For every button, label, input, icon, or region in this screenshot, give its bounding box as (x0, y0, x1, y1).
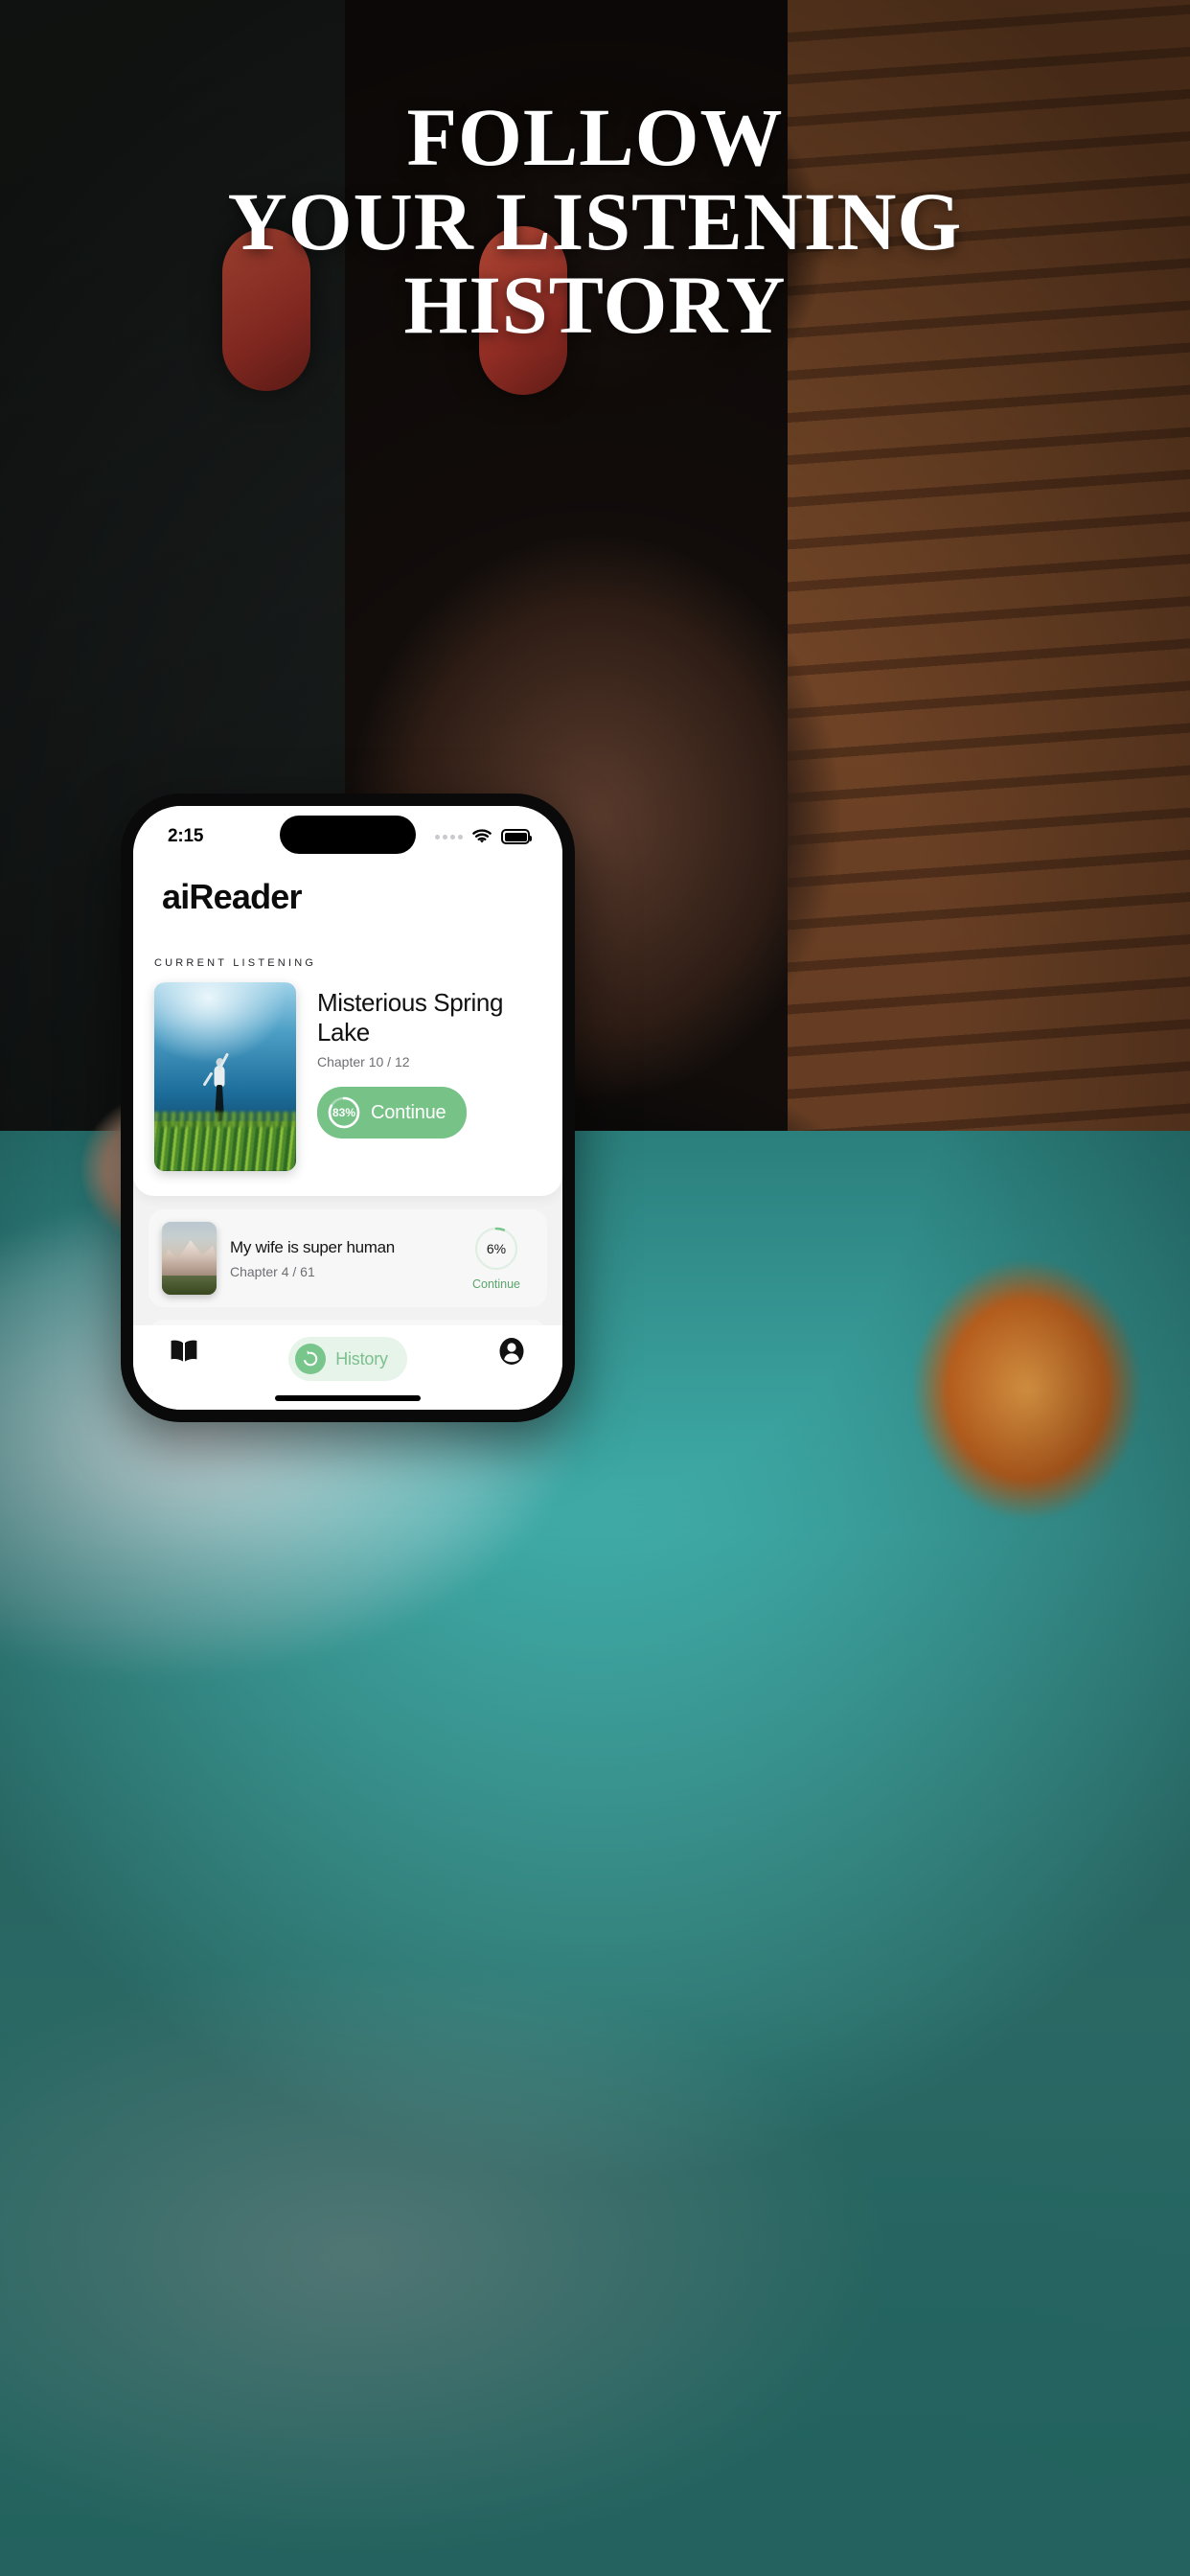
progress-ring-icon: 6% (473, 1226, 519, 1272)
status-bar-indicators (435, 828, 532, 845)
current-listening-row: Misterious Spring Lake Chapter 10 / 12 8… (154, 982, 541, 1171)
progress-ring-icon: 83% (327, 1095, 361, 1130)
list-item-progress[interactable]: 6% Continue (459, 1226, 534, 1291)
underwater-diver-cover-icon (154, 982, 296, 1171)
history-list: My wife is super human Chapter 4 / 61 6% (133, 1196, 562, 1325)
content-scroll-area[interactable]: CURRENT LISTENING Misterious Spring Lake… (133, 940, 562, 1325)
current-listening-chapter: Chapter 10 / 12 (317, 1054, 410, 1070)
status-bar: 2:15 (133, 806, 562, 862)
tab-profile[interactable] (495, 1337, 528, 1369)
headline-line-2: YOUR LISTENING (227, 174, 963, 267)
section-label-current-listening: CURRENT LISTENING (154, 957, 317, 969)
phone-mockup: 2:15 aiReader CURRENT LISTENING Misterio… (121, 794, 575, 1422)
current-listening-info: Misterious Spring Lake Chapter 10 / 12 8… (317, 982, 541, 1171)
person-avatar-icon (497, 1337, 526, 1370)
continue-button-label: Continue (371, 1101, 446, 1123)
status-bar-time: 2:15 (168, 826, 204, 846)
tab-library[interactable] (168, 1337, 200, 1369)
app-header: aiReader (133, 862, 562, 940)
list-item-chapter: Chapter 4 / 61 (230, 1263, 315, 1279)
current-listening-card[interactable]: CURRENT LISTENING Misterious Spring Lake… (133, 940, 562, 1196)
history-rotate-icon (295, 1344, 327, 1374)
wifi-icon (471, 828, 492, 845)
headline-line-1: FOLLOW (406, 91, 784, 183)
list-item[interactable]: My wife is super human Chapter 4 / 61 6% (149, 1209, 547, 1307)
phone-screen: 2:15 aiReader CURRENT LISTENING Misterio… (133, 806, 562, 1410)
app-title: aiReader (162, 877, 302, 916)
list-item-info: My wife is super human Chapter 4 / 61 (230, 1238, 446, 1279)
tab-history[interactable]: History (288, 1337, 407, 1381)
continue-progress-label: 83% (332, 1106, 356, 1120)
battery-icon (501, 829, 532, 844)
dynamic-island (280, 816, 416, 854)
list-item-continue-label[interactable]: Continue (472, 1277, 520, 1291)
signal-dots-icon (435, 834, 463, 840)
open-book-icon (170, 1339, 198, 1368)
home-indicator (275, 1395, 421, 1401)
bottom-tab-bar: History (133, 1325, 562, 1410)
marketing-headline: FOLLOW YOUR LISTENING HISTORY (0, 91, 1190, 352)
list-item-progress-label: 6% (486, 1241, 507, 1256)
headline-line-3: HISTORY (403, 259, 787, 352)
current-listening-title: Misterious Spring Lake (317, 988, 504, 1046)
list-item-title: My wife is super human (230, 1237, 395, 1256)
mountain-valley-cover-icon (162, 1222, 217, 1295)
continue-button[interactable]: 83% Continue (317, 1087, 468, 1139)
tab-history-label: History (335, 1348, 388, 1368)
